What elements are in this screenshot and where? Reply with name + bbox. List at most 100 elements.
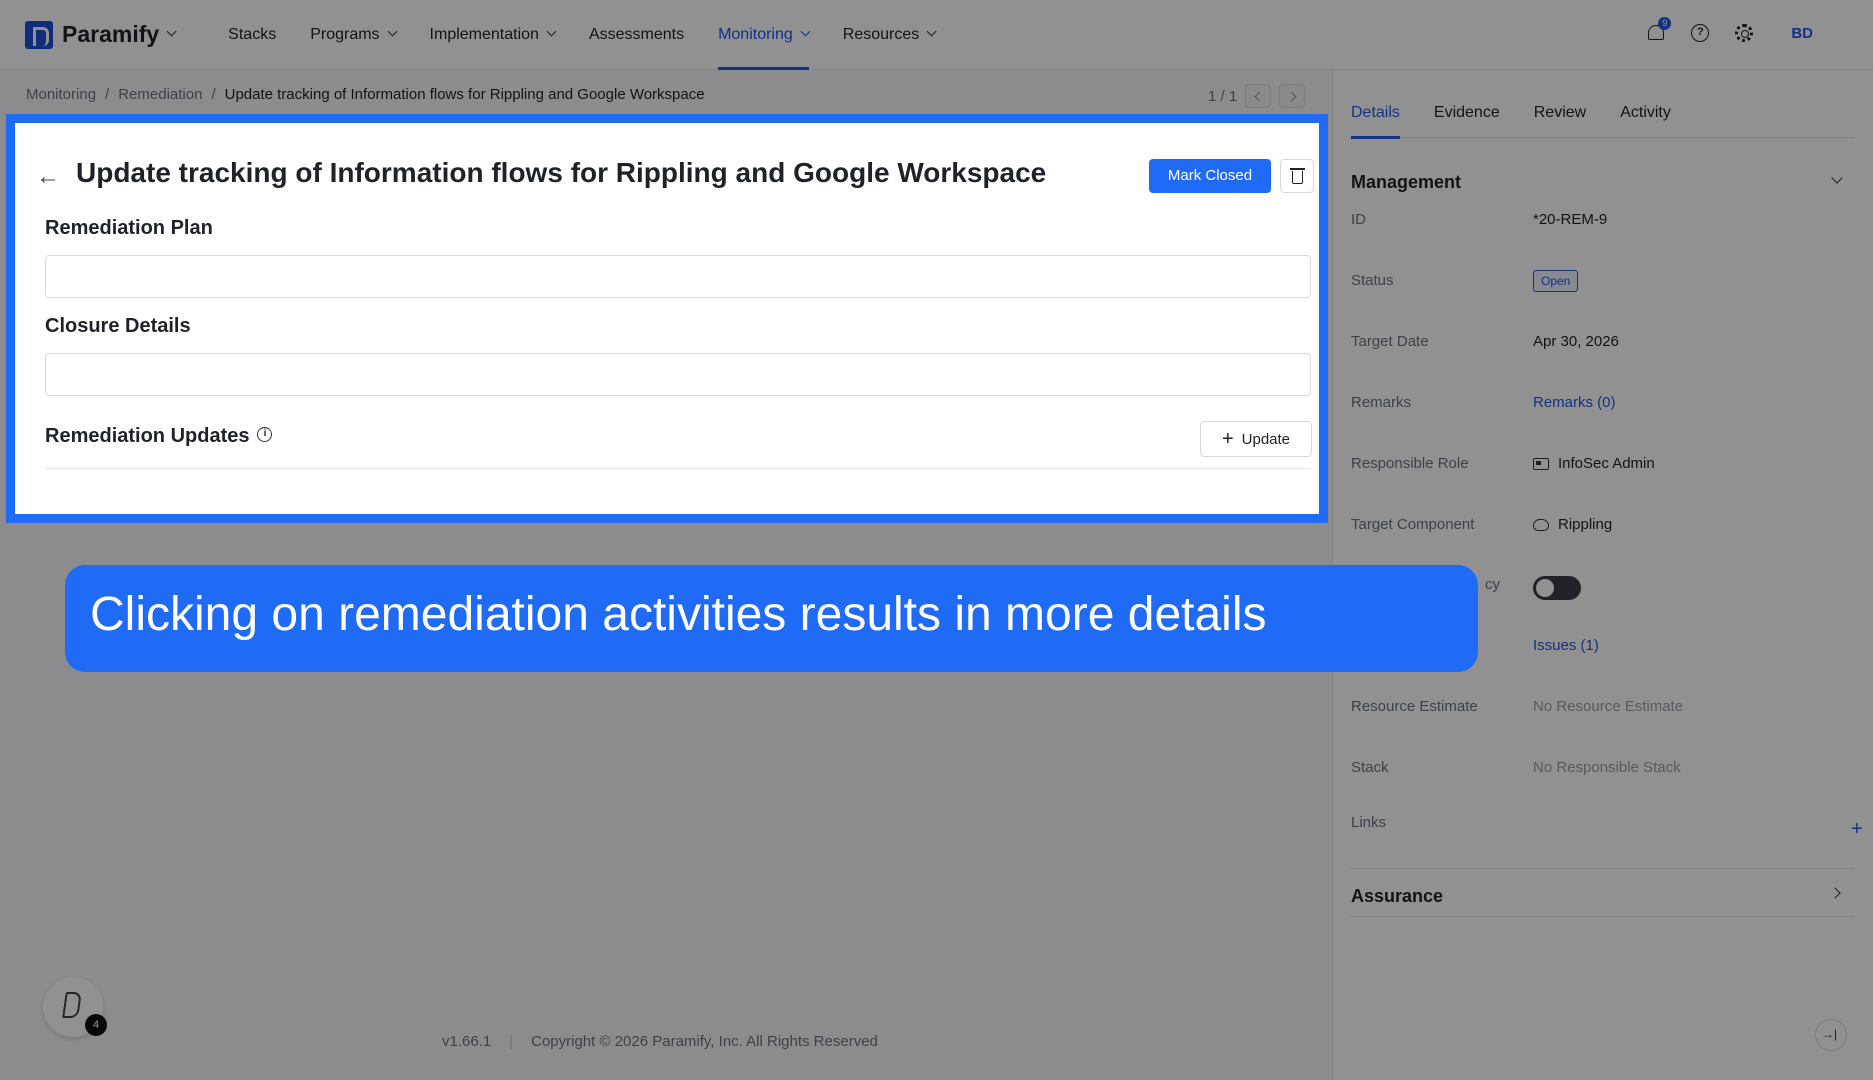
footer: v1.66.1 | Copyright © 2026 Paramify, Inc… <box>442 1033 878 1050</box>
trash-icon <box>1290 168 1305 170</box>
responsible-role-text: InfoSec Admin <box>1558 455 1655 472</box>
chevron-down-icon <box>800 26 811 37</box>
field-stack: Stack No Responsible Stack <box>1351 759 1855 789</box>
collapse-panel-button[interactable] <box>1815 1019 1847 1051</box>
gear-icon <box>1735 24 1754 42</box>
top-navigation: Paramify Stacks Programs Implementation … <box>0 0 1873 70</box>
add-link-button[interactable]: + <box>1851 818 1863 841</box>
paramify-logo-icon <box>62 992 82 1018</box>
field-label: Target Date <box>1351 333 1429 350</box>
closure-details-label: Closure Details <box>45 315 191 337</box>
field-links: Links + <box>1351 814 1863 844</box>
remarks-link[interactable]: Remarks (0) <box>1533 394 1616 411</box>
plus-icon: + <box>1221 427 1234 450</box>
settings-button[interactable] <box>1733 22 1755 44</box>
field-id: ID *20-REM-9 <box>1351 211 1855 241</box>
issues-link[interactable]: Issues (1) <box>1533 637 1599 654</box>
breadcrumb-separator: / <box>211 86 216 103</box>
paramify-logo-icon <box>25 20 53 49</box>
help-icon: ? <box>1691 24 1710 42</box>
field-remarks: Remarks Remarks (0) <box>1351 394 1855 424</box>
delete-button[interactable] <box>1280 159 1314 193</box>
app-logo[interactable]: Paramify <box>25 20 177 49</box>
app-name: Paramify <box>62 21 160 47</box>
nav-item-label: Implementation <box>429 25 539 43</box>
target-component-value[interactable]: Rippling <box>1533 516 1612 533</box>
responsible-role-value[interactable]: InfoSec Admin <box>1533 455 1655 472</box>
tab-review[interactable]: Review <box>1534 71 1586 138</box>
management-section-title[interactable]: Management <box>1351 172 1461 193</box>
nav-item-monitoring[interactable]: Monitoring <box>701 0 826 70</box>
nav-item-label: Resources <box>842 25 920 43</box>
status-badge[interactable]: Open <box>1533 270 1579 292</box>
tab-evidence[interactable]: Evidence <box>1434 71 1500 138</box>
info-icon[interactable]: i <box>257 427 273 443</box>
resource-estimate-value[interactable]: No Resource Estimate <box>1533 698 1683 715</box>
breadcrumb: Monitoring / Remediation / Update tracki… <box>26 86 705 103</box>
remediation-plan-input[interactable] <box>45 255 1311 298</box>
target-component-text: Rippling <box>1558 516 1613 533</box>
notification-count-badge: 9 <box>1658 17 1672 30</box>
help-widget-button[interactable]: 4 <box>43 977 107 1037</box>
field-label: Target Component <box>1351 516 1475 533</box>
nav-item-programs[interactable]: Programs <box>293 0 412 70</box>
field-label: cy <box>1485 576 1500 593</box>
notifications-button[interactable]: 9 <box>1645 17 1672 44</box>
next-record-button[interactable] <box>1279 84 1306 108</box>
tab-details[interactable]: Details <box>1351 71 1400 139</box>
nav-item-resources[interactable]: Resources <box>826 0 952 70</box>
nav-menu: Stacks Programs Implementation Assessmen… <box>211 0 952 70</box>
add-update-button[interactable]: + Update <box>1200 421 1312 457</box>
chevron-down-icon <box>387 26 397 37</box>
field-label: Responsible Role <box>1351 455 1469 472</box>
id-value: *20-REM-9 <box>1533 211 1608 228</box>
assurance-section-title: Assurance <box>1351 886 1444 906</box>
back-arrow-icon[interactable]: ← <box>36 163 60 191</box>
remediation-plan-label: Remediation Plan <box>45 217 213 239</box>
trash-icon-body <box>1292 171 1303 184</box>
help-button[interactable]: ? <box>1689 22 1711 44</box>
field-label: Resource Estimate <box>1351 698 1478 715</box>
nav-item-label: Assessments <box>588 25 685 43</box>
nav-item-label: Programs <box>310 25 380 43</box>
id-card-icon <box>1533 457 1549 470</box>
app-version: v1.66.1 <box>442 1033 492 1050</box>
breadcrumb-monitoring[interactable]: Monitoring <box>26 86 96 103</box>
field-resource-estimate: Resource Estimate No Resource Estimate <box>1351 698 1855 728</box>
nav-item-stacks[interactable]: Stacks <box>211 0 293 70</box>
field-label: Stack <box>1351 759 1389 776</box>
field-label: ID <box>1351 211 1366 228</box>
footer-separator: | <box>509 1033 514 1050</box>
cloud-icon <box>1533 518 1549 531</box>
field-responsible-role: Responsible Role InfoSec Admin <box>1351 455 1855 485</box>
nav-item-label: Stacks <box>228 25 277 43</box>
remediation-updates-heading: Remediation Updates i <box>45 425 273 448</box>
chevron-down-icon <box>926 26 937 37</box>
mark-closed-button[interactable]: Mark Closed <box>1149 159 1271 193</box>
divider <box>45 468 1311 469</box>
page-title: Update tracking of Information flows for… <box>76 157 1047 188</box>
nav-item-assessments[interactable]: Assessments <box>572 0 701 70</box>
breadcrumb-current: Update tracking of Information flows for… <box>224 86 705 103</box>
chevron-right-icon <box>1829 887 1841 899</box>
nav-item-implementation[interactable]: Implementation <box>413 0 572 70</box>
field-status: Status Open <box>1351 270 1855 302</box>
target-date-value[interactable]: Apr 30, 2026 <box>1533 333 1619 350</box>
field-label: Links <box>1351 814 1387 831</box>
dependency-toggle[interactable] <box>1533 576 1581 600</box>
chevron-down-icon[interactable] <box>1831 172 1843 184</box>
stack-value[interactable]: No Responsible Stack <box>1533 759 1681 776</box>
closure-details-input[interactable] <box>45 353 1311 396</box>
status-value: Open <box>1533 270 1579 294</box>
copyright: Copyright © 2026 Paramify, Inc. All Righ… <box>531 1033 878 1050</box>
assurance-section[interactable]: Assurance <box>1351 868 1855 917</box>
tab-activity[interactable]: Activity <box>1620 71 1671 138</box>
dependency-value <box>1533 576 1581 600</box>
field-label: Status <box>1351 272 1394 289</box>
previous-record-button[interactable] <box>1245 84 1272 108</box>
user-avatar[interactable]: BD <box>1791 25 1813 42</box>
nav-item-label: Monitoring <box>718 25 793 43</box>
breadcrumb-remediation[interactable]: Remediation <box>118 86 202 103</box>
field-target-date: Target Date Apr 30, 2026 <box>1351 333 1855 363</box>
nav-actions: 9 ? BD <box>1645 17 1813 44</box>
